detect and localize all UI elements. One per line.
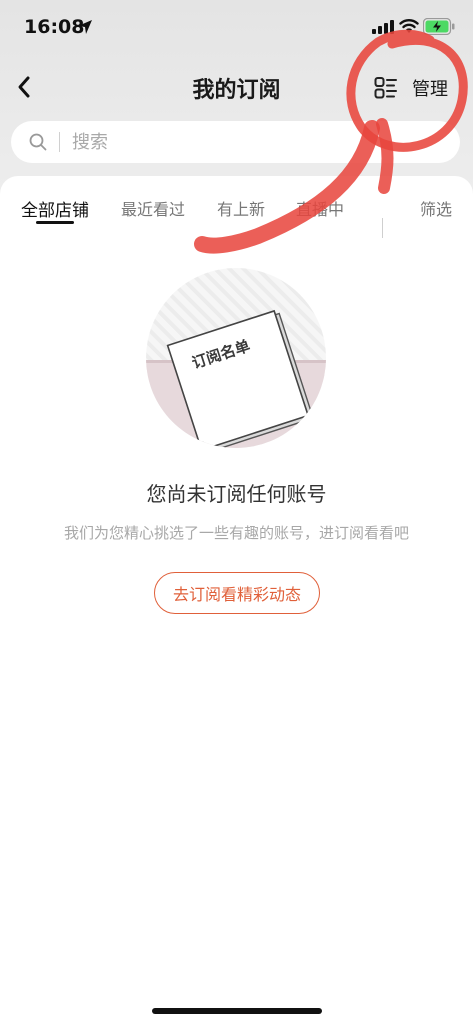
status-bar: 16:08: [0, 0, 473, 56]
search-icon: [29, 133, 47, 151]
tab-bar: 全部店铺 最近看过 有上新 直播中 筛选: [0, 196, 473, 238]
cellular-signal-icon: [372, 20, 394, 34]
tabs-divider: [382, 218, 383, 238]
location-arrow-icon: [78, 20, 92, 34]
manage-list-icon: [374, 77, 397, 99]
tab-recently-viewed[interactable]: 最近看过: [121, 196, 185, 220]
active-tab-indicator: [36, 221, 74, 224]
empty-state-title: 您尚未订阅任何账号: [146, 482, 327, 506]
tab-new-arrivals[interactable]: 有上新: [217, 196, 265, 220]
go-subscribe-button[interactable]: 去订阅看精彩动态: [154, 572, 320, 614]
search-bar[interactable]: [11, 121, 460, 163]
content-card: 全部店铺 最近看过 有上新 直播中 筛选 订阅名单 您尚未订阅任何账号 我们为您…: [0, 176, 473, 1024]
manage-button[interactable]: 管理: [374, 74, 448, 102]
search-divider: [59, 132, 60, 152]
wifi-icon: [399, 19, 419, 33]
tab-live[interactable]: 直播中: [296, 196, 344, 220]
manage-label: 管理: [412, 79, 448, 100]
status-time: 16:08: [24, 16, 85, 38]
filter-button[interactable]: 筛选: [420, 196, 452, 220]
battery-charging-icon: [423, 18, 455, 35]
empty-state-illustration: 订阅名单: [146, 268, 326, 448]
empty-state-subtitle: 我们为您精心挑选了一些有趣的账号，进订阅看看吧: [63, 524, 409, 542]
home-indicator: [152, 1008, 322, 1014]
search-input[interactable]: [72, 131, 402, 153]
tab-all-shops[interactable]: 全部店铺: [21, 196, 89, 221]
